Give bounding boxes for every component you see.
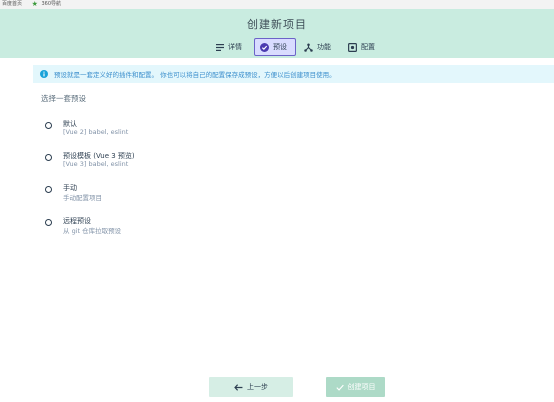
tab-features-label: 功能 (317, 43, 331, 51)
radio-button[interactable] (45, 154, 52, 161)
bookmark-star-icon: ★ (31, 0, 38, 8)
info-text: 预设就是一套定义好的插件和配置。 你也可以将自己的配置保存成预设，方便以后创建项… (54, 71, 336, 79)
radio-button[interactable] (45, 122, 52, 129)
radio-button[interactable] (45, 219, 52, 226)
check-circle-icon (260, 42, 269, 52)
preset-desc: [Vue 2] babel, eslint (63, 128, 129, 136)
prev-step-label: 上一步 (247, 383, 268, 391)
header: 创建新项目 详情 预设 功能 配置 (0, 9, 554, 58)
bookmark-baidu[interactable]: 百度首页 (2, 0, 22, 9)
tab-features[interactable]: 功能 (304, 38, 344, 56)
tab-config-label: 配置 (361, 43, 375, 51)
preset-desc: 从 git 仓库拉取预设 (63, 227, 122, 235)
create-project-button[interactable]: 创建项目 (326, 377, 385, 397)
tab-preset-label: 预设 (273, 43, 287, 51)
prev-step-button[interactable]: 上一步 (209, 377, 293, 397)
tab-preset[interactable]: 预设 (254, 38, 296, 56)
info-banner: 预设就是一套定义好的插件和配置。 你也可以将自己的配置保存成预设，方便以后创建项… (33, 65, 554, 83)
bookmarks-bar: 百度首页 ★ 360导航 (0, 0, 554, 9)
settings-box-icon (348, 42, 357, 52)
preset-option-manual[interactable]: 手动 手动配置项目 (45, 183, 245, 207)
preset-option-remote[interactable]: 远程预设 从 git 仓库拉取预设 (45, 216, 245, 240)
info-icon (40, 70, 48, 78)
fork-icon (304, 43, 313, 52)
create-project-label: 创建项目 (347, 383, 376, 391)
preset-desc: [Vue 3] babel, eslint (63, 160, 129, 168)
preset-option-default[interactable]: 默认 [Vue 2] babel, eslint (45, 119, 245, 143)
radio-button[interactable] (45, 186, 52, 193)
page-title: 创建新项目 (247, 18, 307, 31)
tab-details[interactable]: 详情 (216, 38, 252, 56)
preset-desc: 手动配置项目 (63, 194, 102, 202)
arrow-left-icon (234, 383, 243, 391)
check-icon (335, 384, 344, 391)
list-icon (216, 43, 224, 51)
preset-option-vue3[interactable]: 预设模板 (Vue 3 预览) [Vue 3] babel, eslint (45, 151, 245, 175)
preset-section-title: 选择一套预设 (41, 94, 86, 103)
tab-config[interactable]: 配置 (348, 38, 388, 56)
bookmark-360[interactable]: 360导航 (41, 0, 61, 9)
tab-details-label: 详情 (228, 43, 242, 51)
